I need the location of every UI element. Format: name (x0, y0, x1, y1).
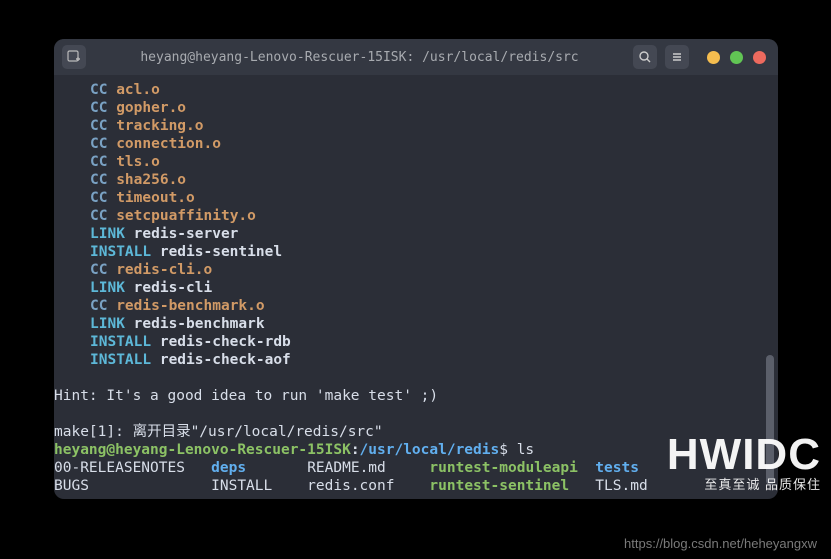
terminal-body[interactable]: CC acl.o CC gopher.o CC tracking.o CC co… (54, 75, 778, 499)
menu-button[interactable] (665, 45, 689, 69)
close-button[interactable] (753, 51, 766, 64)
scrollbar[interactable] (766, 355, 774, 485)
terminal-output: CC acl.o CC gopher.o CC tracking.o CC co… (54, 81, 768, 495)
new-tab-button[interactable] (62, 45, 86, 69)
maximize-button[interactable] (730, 51, 743, 64)
window-title: heyang@heyang-Lenovo-Rescuer-15ISK: /usr… (94, 50, 625, 65)
search-button[interactable] (633, 45, 657, 69)
titlebar: heyang@heyang-Lenovo-Rescuer-15ISK: /usr… (54, 39, 778, 75)
window-controls (707, 51, 766, 64)
titlebar-buttons (633, 45, 770, 69)
terminal-window: heyang@heyang-Lenovo-Rescuer-15ISK: /usr… (54, 39, 778, 499)
footer-link: https://blog.csdn.net/heheyangxw (624, 536, 817, 551)
minimize-button[interactable] (707, 51, 720, 64)
